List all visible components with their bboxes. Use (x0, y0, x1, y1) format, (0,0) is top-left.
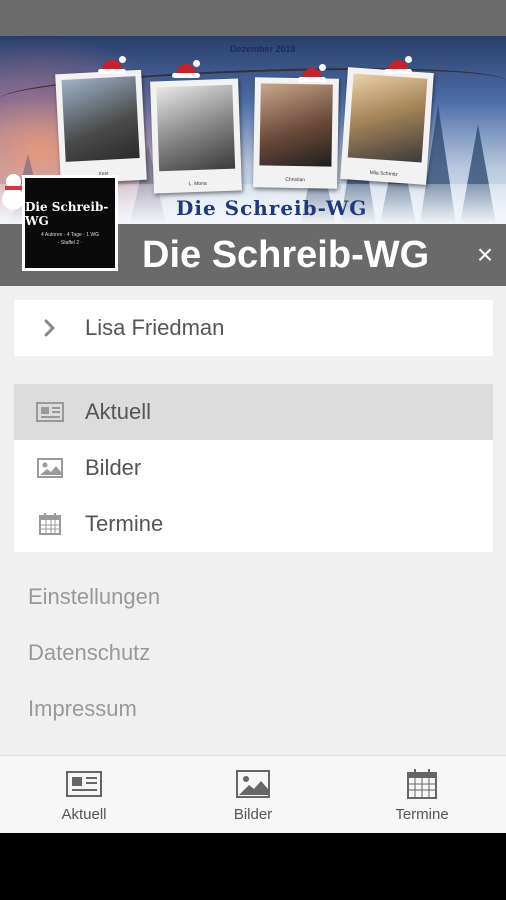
polaroid-photo: Mila Schmitz (340, 67, 434, 185)
user-account-row[interactable]: Lisa Friedman (14, 300, 493, 356)
tab-label: Termine (395, 806, 449, 823)
santa-hat-icon (298, 64, 326, 82)
person-photo (259, 83, 333, 167)
menu-item-label: Aktuell (85, 399, 152, 424)
newspaper-icon (36, 400, 64, 424)
person-photo (347, 73, 428, 163)
logo-season: · Staffel 2 · (57, 240, 83, 246)
privacy-link[interactable]: Datenschutz (28, 640, 150, 666)
polaroid-photo: L. Mona (150, 78, 242, 194)
close-drawer-button[interactable]: × (470, 238, 500, 272)
settings-link[interactable]: Einstellungen (28, 584, 160, 610)
tab-aktuell[interactable]: Aktuell (0, 756, 168, 834)
status-bar (0, 0, 506, 36)
santa-hat-icon (384, 56, 412, 74)
polaroid-photo: Xest (55, 69, 147, 185)
bottom-tab-bar: Aktuell Bilder Termine (0, 755, 506, 833)
menu-item-label: Bilder (85, 455, 142, 480)
photo-caption: L. Mona (188, 180, 207, 188)
tab-label: Aktuell (61, 806, 107, 823)
santa-hat-icon (98, 56, 126, 74)
system-navigation-bar (0, 833, 506, 900)
santa-hat-icon (172, 60, 200, 78)
app-logo: Die Schreib-WG 4 Autoren · 4 Tage · 1 WG… (22, 175, 118, 271)
app-title: Die Schreib-WG (142, 234, 430, 276)
photo-caption: Christian (285, 176, 306, 184)
banner-month: Dezember 2018 (230, 44, 296, 54)
image-icon (36, 456, 64, 480)
menu-item-label: Termine (85, 511, 164, 536)
newspaper-icon (66, 768, 102, 800)
tab-label: Bilder (233, 806, 273, 823)
user-name: Lisa Friedman (85, 315, 225, 340)
tab-bilder[interactable]: Bilder (169, 756, 337, 834)
menu-item-termine[interactable]: Termine (14, 496, 493, 552)
logo-subtitle: 4 Autoren · 4 Tage · 1 WG (41, 232, 99, 238)
banner-title: Die Schreib-WG (176, 196, 368, 220)
menu-item-bilder[interactable]: Bilder (14, 440, 493, 496)
imprint-link[interactable]: Impressum (28, 696, 137, 722)
image-icon (235, 768, 271, 800)
menu-item-aktuell[interactable]: Aktuell (14, 384, 493, 440)
person-photo (156, 84, 236, 172)
close-icon: × (476, 239, 494, 270)
calendar-icon (36, 512, 64, 536)
logo-title: Die Schreib-WG (25, 200, 109, 228)
polaroid-photo: Christian (253, 77, 339, 189)
photo-caption: Mila Schmitz (369, 169, 398, 178)
chevron-right-icon (36, 316, 64, 340)
calendar-icon (404, 768, 440, 800)
nav-menu: Aktuell Bilder Termine (14, 384, 493, 552)
tab-termine[interactable]: Termine (338, 756, 506, 834)
drawer-panel: Lisa Friedman Aktuell Bilder Termine Ein… (0, 286, 506, 755)
person-photo (61, 76, 140, 162)
